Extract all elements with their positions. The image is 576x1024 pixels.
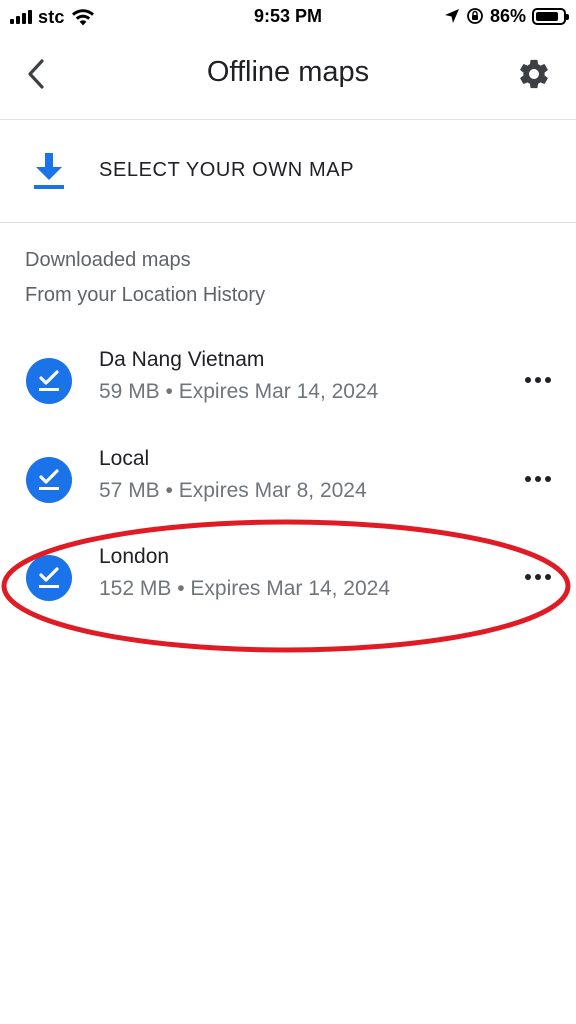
orientation-lock-icon [467,8,483,24]
section-subtitle: From your Location History [25,284,266,306]
map-item-local[interactable]: Local 57 MB • Expires Mar 8, 2024 [0,435,576,525]
select-own-map-button[interactable]: SELECT YOUR OWN MAP [0,121,576,223]
page-title: Offline maps [206,56,370,88]
section-title: Downloaded maps [25,249,191,271]
more-horizontal-icon [525,476,551,482]
more-options-button[interactable] [518,561,558,593]
map-name: London [99,545,170,568]
status-right: 86% [444,5,569,27]
battery-percent: 86% [489,5,526,26]
map-name: Da Nang Vietnam [99,348,265,371]
map-name: Local [99,447,150,470]
more-options-button[interactable] [518,364,558,396]
map-item-da-nang-vietnam[interactable]: Da Nang Vietnam 59 MB • Expires Mar 14, … [0,336,576,426]
settings-button[interactable] [512,52,556,96]
map-size: 152 MB [99,577,172,600]
battery-icon [532,7,569,25]
map-meta: 152 MB • Expires Mar 14, 2024 [99,577,391,600]
app-header: Offline maps [0,34,576,120]
download-icon [34,153,64,189]
map-size: 57 MB [99,479,160,502]
downloaded-check-icon [26,555,72,601]
battery-fill [536,11,559,21]
location-arrow-icon [444,9,459,23]
map-size: 59 MB [99,380,160,403]
map-expiry: Expires Mar 14, 2024 [178,380,379,403]
map-expiry: Expires Mar 8, 2024 [178,479,367,502]
map-meta: 59 MB • Expires Mar 14, 2024 [99,380,379,403]
gear-icon [520,59,548,89]
downloaded-check-icon [26,457,72,503]
more-horizontal-icon [525,377,551,383]
status-bar: stc 9:53 PM 86% [0,0,576,34]
map-meta: 57 MB • Expires Mar 8, 2024 [99,479,367,502]
more-horizontal-icon [525,574,551,580]
downloaded-check-icon [26,358,72,404]
map-expiry: Expires Mar 14, 2024 [190,577,391,600]
select-own-map-label: SELECT YOUR OWN MAP [99,159,355,181]
more-options-button[interactable] [518,463,558,495]
map-item-london[interactable]: London 152 MB • Expires Mar 14, 2024 [0,533,576,623]
